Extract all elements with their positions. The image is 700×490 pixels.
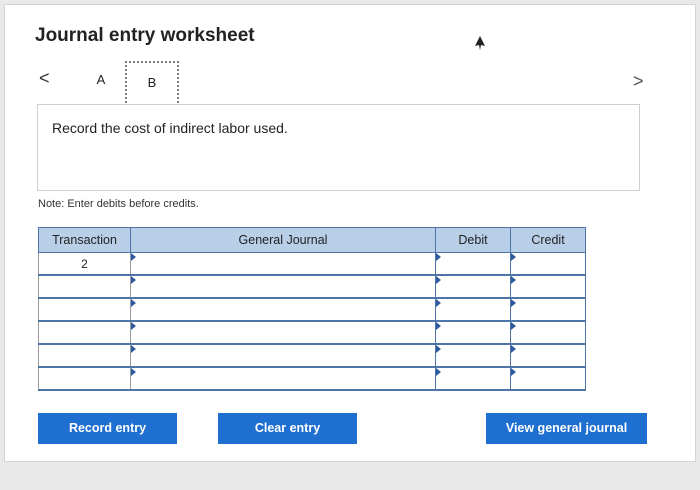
- dropdown-marker-icon: [511, 299, 516, 307]
- transaction-cell: [38, 320, 131, 345]
- view-general-journal-button[interactable]: View general journal: [486, 413, 647, 444]
- credit-cell[interactable]: [510, 252, 586, 276]
- dropdown-marker-icon: [511, 368, 516, 376]
- general-journal-cell[interactable]: [130, 252, 436, 276]
- journal-table: Transaction General Journal Debit Credit…: [38, 227, 586, 391]
- dropdown-marker-icon: [436, 322, 441, 330]
- tab-a[interactable]: A: [87, 66, 115, 94]
- debit-cell[interactable]: [435, 320, 511, 345]
- dropdown-marker-icon: [436, 276, 441, 284]
- next-arrow-icon[interactable]: >: [633, 71, 647, 91]
- debit-cell[interactable]: [435, 252, 511, 276]
- header-general-journal: General Journal: [130, 227, 436, 253]
- credit-cell[interactable]: [510, 297, 586, 322]
- table-row: [38, 320, 586, 345]
- debit-cell[interactable]: [435, 343, 511, 368]
- credit-cell[interactable]: [510, 320, 586, 345]
- transaction-cell: [38, 343, 131, 368]
- transaction-cell: [38, 366, 131, 391]
- table-row: 2: [38, 252, 586, 276]
- header-credit: Credit: [510, 227, 586, 253]
- dropdown-marker-icon: [131, 276, 136, 284]
- instruction-box: Record the cost of indirect labor used.: [37, 104, 640, 191]
- credit-cell[interactable]: [510, 366, 586, 391]
- table-row: [38, 343, 586, 368]
- general-journal-cell[interactable]: [130, 366, 436, 391]
- dropdown-marker-icon: [511, 276, 516, 284]
- dropdown-marker-icon: [436, 345, 441, 353]
- dropdown-marker-icon: [436, 368, 441, 376]
- dropdown-marker-icon: [131, 322, 136, 330]
- dropdown-marker-icon: [131, 368, 136, 376]
- previous-arrow-icon[interactable]: <: [39, 68, 53, 88]
- credit-cell[interactable]: [510, 343, 586, 368]
- header-debit: Debit: [435, 227, 511, 253]
- note-text: Note: Enter debits before credits.: [38, 198, 199, 210]
- tab-b[interactable]: B: [125, 61, 179, 107]
- general-journal-cell[interactable]: [130, 274, 436, 299]
- dropdown-marker-icon: [131, 299, 136, 307]
- mouse-pointer-icon: [475, 36, 485, 50]
- transaction-cell: [38, 274, 131, 299]
- dropdown-marker-icon: [131, 345, 136, 353]
- dropdown-marker-icon: [511, 345, 516, 353]
- debit-cell[interactable]: [435, 366, 511, 391]
- credit-cell[interactable]: [510, 274, 586, 299]
- general-journal-cell[interactable]: [130, 343, 436, 368]
- dropdown-marker-icon: [511, 322, 516, 330]
- table-row: [38, 366, 586, 391]
- page-title: Journal entry worksheet: [35, 25, 255, 46]
- dropdown-marker-icon: [436, 253, 441, 261]
- instruction-text: Record the cost of indirect labor used.: [52, 120, 288, 136]
- debit-cell[interactable]: [435, 297, 511, 322]
- dropdown-marker-icon: [511, 253, 516, 261]
- worksheet-panel: Journal entry worksheet < > A B Record t…: [4, 4, 696, 462]
- table-row: [38, 274, 586, 299]
- table-header-row: Transaction General Journal Debit Credit: [38, 227, 586, 253]
- general-journal-cell[interactable]: [130, 320, 436, 345]
- clear-entry-button[interactable]: Clear entry: [218, 413, 357, 444]
- dropdown-marker-icon: [436, 299, 441, 307]
- header-transaction: Transaction: [38, 227, 131, 253]
- debit-cell[interactable]: [435, 274, 511, 299]
- transaction-cell: [38, 297, 131, 322]
- transaction-cell: 2: [38, 252, 131, 276]
- record-entry-button[interactable]: Record entry: [38, 413, 177, 444]
- general-journal-cell[interactable]: [130, 297, 436, 322]
- dropdown-marker-icon: [131, 253, 136, 261]
- table-row: [38, 297, 586, 322]
